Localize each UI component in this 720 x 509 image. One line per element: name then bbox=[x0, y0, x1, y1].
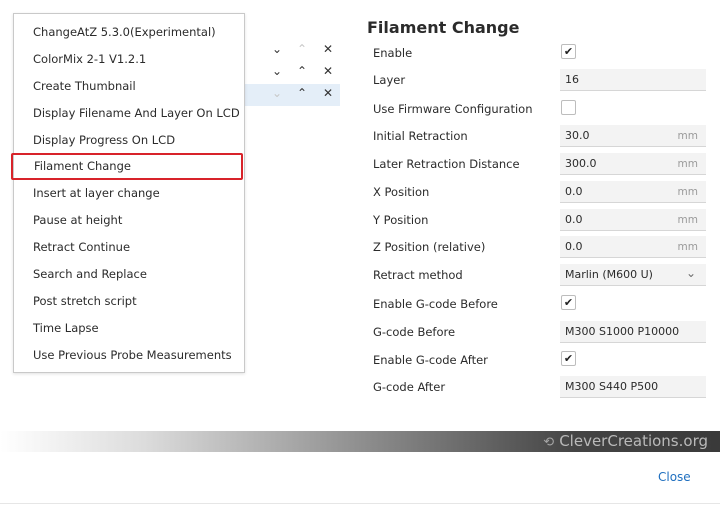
setting-later-retraction: Later Retraction Distance 300.0 mm bbox=[372, 153, 712, 175]
setting-label: Y Position bbox=[373, 213, 429, 227]
setting-label: X Position bbox=[373, 185, 430, 199]
enable-checkbox[interactable]: ✔ bbox=[561, 44, 576, 59]
setting-label: G-code After bbox=[373, 380, 446, 394]
x-position-input[interactable]: 0.0 mm bbox=[560, 181, 706, 203]
layer-input[interactable]: 16 bbox=[560, 69, 706, 91]
use-firmware-checkbox[interactable] bbox=[561, 100, 576, 115]
setting-label: Layer bbox=[373, 73, 406, 87]
menu-item-search-and-replace[interactable]: Search and Replace bbox=[14, 261, 244, 288]
field-value: 30.0 bbox=[565, 129, 590, 142]
field-value: 16 bbox=[565, 73, 579, 86]
field-unit: mm bbox=[677, 214, 698, 226]
move-down-icon[interactable]: ⌄ bbox=[272, 64, 282, 78]
field-value: 0.0 bbox=[565, 213, 583, 226]
menu-item-post-stretch-script[interactable]: Post stretch script bbox=[14, 288, 244, 315]
field-unit: mm bbox=[677, 241, 698, 253]
add-script-dropdown-menu: ChangeAtZ 5.3.0(Experimental) ColorMix 2… bbox=[11, 13, 245, 373]
settings-panel-title: Filament Change bbox=[367, 18, 520, 37]
setting-gcode-before: G-code Before M300 S1000 P10000 bbox=[372, 321, 712, 343]
watermark: ⟲ CleverCreations.org bbox=[543, 432, 708, 450]
move-down-icon[interactable]: ⌄ bbox=[272, 42, 282, 56]
move-up-icon: ⌃ bbox=[297, 42, 308, 56]
menu-item-use-previous-probe[interactable]: Use Previous Probe Measurements bbox=[14, 342, 244, 369]
setting-z-position: Z Position (relative) 0.0 mm bbox=[372, 236, 712, 258]
setting-y-position: Y Position 0.0 mm bbox=[372, 209, 712, 231]
menu-item-time-lapse[interactable]: Time Lapse bbox=[14, 315, 244, 342]
field-value: M300 S440 P500 bbox=[565, 380, 659, 393]
field-value: 300.0 bbox=[565, 157, 597, 170]
menu-item-display-progress[interactable]: Display Progress On LCD bbox=[14, 127, 244, 154]
menu-item-create-thumbnail[interactable]: Create Thumbnail bbox=[14, 73, 244, 100]
watermark-strip: ⟲ CleverCreations.org bbox=[0, 431, 720, 452]
later-retraction-input[interactable]: 300.0 mm bbox=[560, 153, 706, 175]
active-script-row[interactable]: ⌄ ⌃ ✕ bbox=[240, 62, 340, 84]
menu-item-display-filename[interactable]: Display Filename And Layer On LCD bbox=[14, 100, 244, 127]
gcode-before-input[interactable]: M300 S1000 P10000 bbox=[560, 321, 706, 343]
menu-item-pause-at-height[interactable]: Pause at height bbox=[14, 207, 244, 234]
dialog-bottom-border bbox=[0, 503, 720, 504]
setting-label: Use Firmware Configuration bbox=[373, 102, 533, 116]
setting-initial-retraction: Initial Retraction 30.0 mm bbox=[372, 125, 712, 147]
setting-label: Enable G-code Before bbox=[373, 297, 498, 311]
setting-enable-gcode-after: Enable G-code After ✔ bbox=[372, 349, 712, 371]
active-script-row[interactable]: ⌄ ⌃ ✕ bbox=[240, 40, 340, 62]
field-unit: mm bbox=[677, 186, 698, 198]
z-position-input[interactable]: 0.0 mm bbox=[560, 236, 706, 258]
field-value: 0.0 bbox=[565, 240, 583, 253]
enable-gcode-after-checkbox[interactable]: ✔ bbox=[561, 351, 576, 366]
field-value: 0.0 bbox=[565, 185, 583, 198]
retract-method-select[interactable]: Marlin (M600 U) ⌄ bbox=[560, 264, 706, 286]
remove-script-icon[interactable]: ✕ bbox=[323, 64, 333, 78]
y-position-input[interactable]: 0.0 mm bbox=[560, 209, 706, 231]
menu-item-insert-at-layer-change[interactable]: Insert at layer change bbox=[14, 180, 244, 207]
chevron-down-icon: ⌄ bbox=[685, 266, 696, 280]
active-scripts-list: ⌄ ⌃ ✕ ⌄ ⌃ ✕ ⌄ ⌃ ✕ bbox=[240, 40, 340, 106]
move-up-icon[interactable]: ⌃ bbox=[297, 64, 307, 78]
enable-gcode-before-checkbox[interactable]: ✔ bbox=[561, 295, 576, 310]
setting-use-firmware: Use Firmware Configuration bbox=[372, 98, 712, 120]
menu-item-changeatz[interactable]: ChangeAtZ 5.3.0(Experimental) bbox=[14, 19, 244, 46]
setting-label: Later Retraction Distance bbox=[373, 157, 520, 171]
remove-script-icon[interactable]: ✕ bbox=[323, 86, 333, 100]
setting-enable-gcode-before: Enable G-code Before ✔ bbox=[372, 293, 712, 315]
setting-layer: Layer 16 bbox=[372, 69, 712, 91]
gcode-after-input[interactable]: M300 S440 P500 bbox=[560, 376, 706, 398]
setting-gcode-after: G-code After M300 S440 P500 bbox=[372, 376, 712, 398]
setting-label: Z Position (relative) bbox=[373, 240, 486, 254]
menu-item-colormix[interactable]: ColorMix 2-1 V1.2.1 bbox=[14, 46, 244, 73]
menu-item-retract-continue[interactable]: Retract Continue bbox=[14, 234, 244, 261]
remove-script-icon[interactable]: ✕ bbox=[323, 42, 333, 56]
field-unit: mm bbox=[677, 130, 698, 142]
setting-label: Initial Retraction bbox=[373, 129, 468, 143]
field-value: M300 S1000 P10000 bbox=[565, 325, 680, 338]
setting-label: Enable bbox=[373, 46, 413, 60]
watermark-text: CleverCreations.org bbox=[559, 432, 708, 450]
select-value: Marlin (M600 U) bbox=[565, 268, 653, 281]
setting-retract-method: Retract method Marlin (M600 U) ⌄ bbox=[372, 264, 712, 286]
initial-retraction-input[interactable]: 30.0 mm bbox=[560, 125, 706, 147]
setting-label: G-code Before bbox=[373, 325, 456, 339]
field-unit: mm bbox=[677, 158, 698, 170]
move-up-icon[interactable]: ⌃ bbox=[297, 86, 307, 100]
move-down-icon: ⌄ bbox=[272, 86, 283, 100]
setting-x-position: X Position 0.0 mm bbox=[372, 181, 712, 203]
menu-item-filament-change[interactable]: Filament Change bbox=[11, 153, 243, 181]
watermark-logo-icon: ⟲ bbox=[543, 435, 555, 450]
close-button[interactable]: Close bbox=[658, 470, 691, 484]
active-script-row-selected[interactable]: ⌄ ⌃ ✕ bbox=[240, 84, 340, 106]
setting-label: Retract method bbox=[373, 268, 463, 282]
setting-enable: Enable ✔ bbox=[372, 42, 712, 64]
setting-label: Enable G-code After bbox=[373, 353, 488, 367]
